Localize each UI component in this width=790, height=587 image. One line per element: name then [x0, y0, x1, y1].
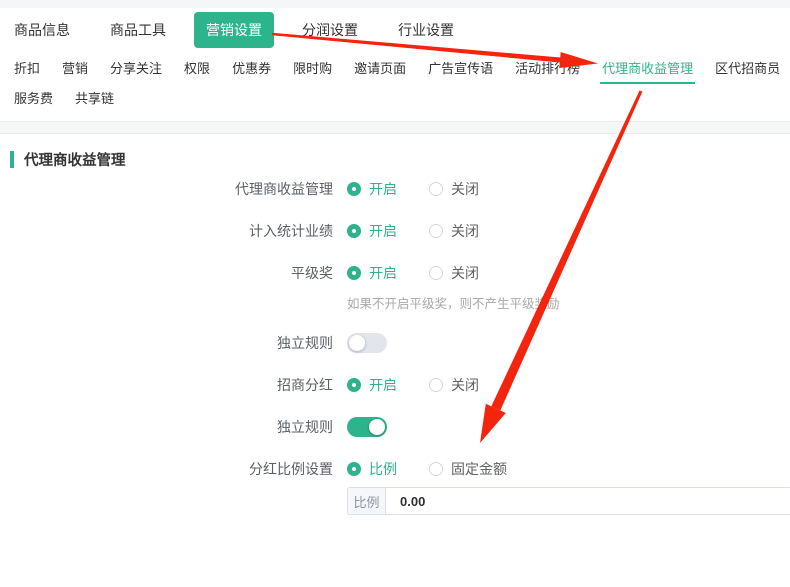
settings-form: 代理商收益管理 开启 关闭 计入统计业绩 — [0, 179, 790, 515]
sub-tab-row-1: 折扣 营销 分享关注 权限 优惠券 限时购 邀请页面 广告宣传语 活动排行榜 代… — [0, 52, 790, 82]
nav-tab-permissions[interactable]: 权限 — [184, 58, 210, 77]
agent-income-label: 代理商收益管理 — [0, 179, 333, 199]
peer-award-hint-text: 如果不开启平级奖，则不产生平级奖励 — [347, 293, 560, 312]
dividend-ratio-label: 分红比例设置 — [0, 459, 333, 479]
form-row-merchant-dividend: 招商分红 开启 关闭 — [0, 375, 790, 395]
radio-label: 关闭 — [451, 179, 479, 199]
switch-knob-icon — [369, 419, 385, 435]
dividend-ratio-fixed-radio[interactable]: 固定金额 — [429, 459, 507, 479]
top-tab-product-tools[interactable]: 商品工具 — [98, 12, 178, 48]
agent-income-on-radio[interactable]: 开启 — [347, 179, 397, 199]
radio-label: 关闭 — [451, 375, 479, 395]
radio-dot-icon — [429, 462, 443, 476]
main-card: 代理商收益管理 代理商收益管理 开启 关闭 计入统计业绩 — [0, 133, 790, 587]
radio-label: 关闭 — [451, 263, 479, 283]
merchant-dividend-label: 招商分红 — [0, 375, 333, 395]
tabs-card: 商品信息 商品工具 营销设置 分润设置 行业设置 折扣 营销 分享关注 权限 优… — [0, 8, 790, 122]
dividend-ratio-percent-radio[interactable]: 比例 — [347, 459, 397, 479]
nav-tab-service-fee[interactable]: 服务费 — [14, 88, 53, 107]
nav-tab-district-agent-recruiter[interactable]: 区代招商员 — [715, 58, 780, 77]
count-stats-label: 计入统计业绩 — [0, 221, 333, 241]
radio-dot-icon — [429, 182, 443, 196]
radio-label: 开启 — [369, 263, 397, 283]
section-title: 代理商收益管理 — [10, 149, 790, 169]
top-tab-profit-settings[interactable]: 分润设置 — [290, 12, 370, 48]
agent-income-off-radio[interactable]: 关闭 — [429, 179, 479, 199]
peer-award-off-radio[interactable]: 关闭 — [429, 263, 479, 283]
nav-tab-activity-ranking[interactable]: 活动排行榜 — [515, 58, 580, 77]
nav-tab-marketing[interactable]: 营销 — [62, 58, 88, 77]
top-tab-product-info[interactable]: 商品信息 — [2, 12, 82, 48]
radio-dot-icon — [347, 266, 361, 280]
sub-tab-row-2: 服务费 共享链 — [0, 82, 790, 112]
ratio-input[interactable] — [386, 488, 790, 514]
nav-tab-share-chain[interactable]: 共享链 — [75, 88, 114, 107]
merchant-dividend-off-radio[interactable]: 关闭 — [429, 375, 479, 395]
nav-tab-discount[interactable]: 折扣 — [14, 58, 40, 77]
nav-tab-share-follow[interactable]: 分享关注 — [110, 58, 162, 77]
count-stats-off-radio[interactable]: 关闭 — [429, 221, 479, 241]
peer-award-on-radio[interactable]: 开启 — [347, 263, 397, 283]
ratio-input-prefix: 比例 — [348, 488, 386, 514]
radio-label: 比例 — [369, 459, 397, 479]
nav-tab-ad-slogan[interactable]: 广告宣传语 — [428, 58, 493, 77]
top-tab-marketing-settings[interactable]: 营销设置 — [194, 12, 274, 48]
section-accent-bar-icon — [10, 151, 14, 168]
radio-dot-icon — [429, 266, 443, 280]
nav-tab-coupon[interactable]: 优惠券 — [232, 58, 271, 77]
radio-dot-icon — [347, 224, 361, 238]
independent-rule-2-switch[interactable] — [347, 417, 387, 437]
form-row-peer-award: 平级奖 开启 关闭 — [0, 263, 790, 283]
ratio-input-group: 比例 — [347, 487, 790, 515]
nav-tab-invite-page[interactable]: 邀请页面 — [354, 58, 406, 77]
radio-dot-icon — [347, 378, 361, 392]
radio-dot-icon — [429, 378, 443, 392]
section-title-text: 代理商收益管理 — [24, 149, 126, 170]
form-row-count-stats: 计入统计业绩 开启 关闭 — [0, 221, 790, 241]
independent-rule-1-label: 独立规则 — [0, 333, 333, 353]
radio-dot-icon — [429, 224, 443, 238]
independent-rule-1-switch[interactable] — [347, 333, 387, 353]
top-tab-industry-settings[interactable]: 行业设置 — [386, 12, 466, 48]
peer-award-label: 平级奖 — [0, 263, 333, 283]
count-stats-on-radio[interactable]: 开启 — [347, 221, 397, 241]
radio-label: 关闭 — [451, 221, 479, 241]
radio-dot-icon — [347, 182, 361, 196]
radio-label: 开启 — [369, 375, 397, 395]
top-tab-bar: 商品信息 商品工具 营销设置 分润设置 行业设置 — [0, 8, 790, 52]
form-row-independent-rule-2: 独立规则 — [0, 417, 790, 437]
form-row-peer-award-hint: 如果不开启平级奖，则不产生平级奖励 — [0, 293, 790, 312]
merchant-dividend-on-radio[interactable]: 开启 — [347, 375, 397, 395]
nav-tab-agent-income-management[interactable]: 代理商收益管理 — [602, 58, 693, 77]
form-row-dividend-ratio: 分红比例设置 比例 固定金额 — [0, 459, 790, 479]
form-row-independent-rule-1: 独立规则 — [0, 333, 790, 353]
independent-rule-2-label: 独立规则 — [0, 417, 333, 437]
nav-tab-flash-sale[interactable]: 限时购 — [293, 58, 332, 77]
switch-knob-icon — [349, 335, 365, 351]
radio-label: 固定金额 — [451, 459, 507, 479]
radio-label: 开启 — [369, 179, 397, 199]
radio-dot-icon — [347, 462, 361, 476]
radio-label: 开启 — [369, 221, 397, 241]
form-row-agent-income: 代理商收益管理 开启 关闭 — [0, 179, 790, 199]
